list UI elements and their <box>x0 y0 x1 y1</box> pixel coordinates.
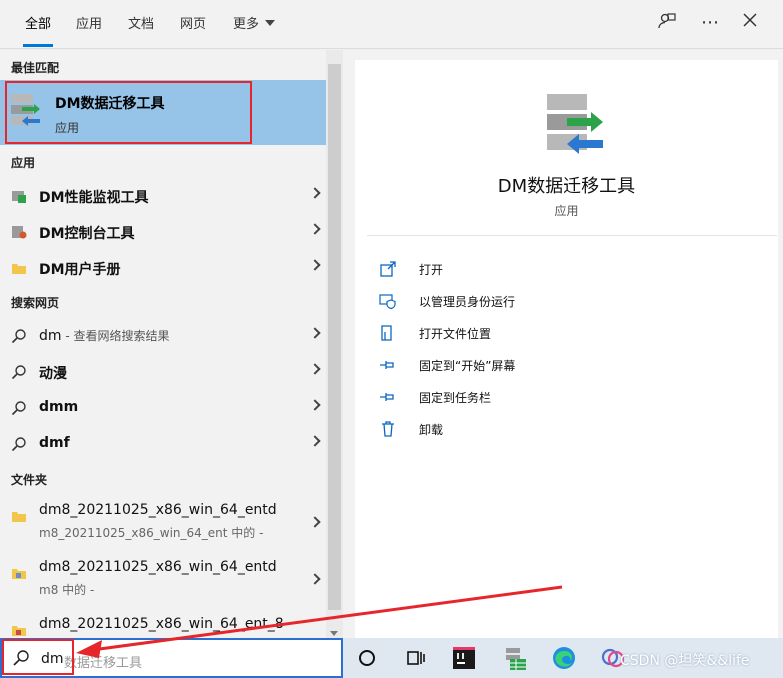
edge-browser-icon[interactable] <box>551 645 577 671</box>
detail-app-name: DM数据迁移工具 <box>497 176 636 197</box>
chevron-right-icon[interactable] <box>309 363 321 375</box>
trash-icon <box>382 421 394 437</box>
chevron-right-icon[interactable] <box>309 573 321 585</box>
action-label: 固定到任务栏 <box>419 391 492 405</box>
cortana-icon[interactable] <box>354 645 380 671</box>
web-item-label: dmf <box>39 435 70 451</box>
task-view-icon[interactable] <box>402 645 428 671</box>
search-icon <box>11 365 26 380</box>
annotation-box-best-match <box>5 81 252 144</box>
more-icon[interactable]: ⋯ <box>698 11 722 35</box>
migration-tool-icon <box>547 94 603 154</box>
folder-item-title: dm8_20211025_x86_win_64_ent_8 <box>39 616 284 632</box>
search-icon <box>11 401 26 416</box>
chevron-right-icon[interactable] <box>309 259 321 271</box>
chevron-down-icon <box>265 20 276 26</box>
search-autocomplete: 数据迁移工具 <box>64 656 143 671</box>
app-item-performance-monitor[interactable]: DM性能监视工具 <box>0 178 326 214</box>
results-scrollbar[interactable] <box>326 50 343 638</box>
chevron-right-icon[interactable] <box>309 399 321 411</box>
action-label: 打开 <box>419 263 444 277</box>
chevron-right-icon[interactable] <box>309 187 321 199</box>
folder-icon <box>12 569 26 579</box>
tab-all[interactable]: 全部 <box>22 13 54 47</box>
performance-monitor-icon <box>12 191 26 203</box>
detail-card: DM数据迁移工具 应用 打开 以管理员身份运行 打开文件位置 固定到“开始”屏幕… <box>355 60 778 638</box>
action-label: 以管理员身份运行 <box>419 295 516 309</box>
app-item-console[interactable]: DM控制台工具 <box>0 214 326 250</box>
action-label: 卸载 <box>419 423 444 437</box>
folder-icon <box>12 264 26 274</box>
detail-app-type: 应用 <box>554 204 579 218</box>
action-label: 固定到“开始”屏幕 <box>419 359 516 373</box>
folder-location-icon <box>381 325 392 341</box>
folder-item-title: dm8_20211025_x86_win_64_entd <box>39 502 277 518</box>
scroll-down-icon[interactable] <box>330 631 338 636</box>
app-item-label: DM控制台工具 <box>39 226 135 242</box>
action-label: 打开文件位置 <box>419 327 492 341</box>
folder-item[interactable]: dm8_20211025_x86_win_64_ent_8 <box>0 610 326 638</box>
open-icon <box>380 261 396 277</box>
app-item-user-manual[interactable]: DM用户手册 <box>0 250 326 286</box>
section-folders: 文件夹 <box>11 473 48 487</box>
pin-icon <box>380 361 394 369</box>
tab-more-label: 更多 <box>233 17 260 32</box>
shield-icon <box>379 294 396 310</box>
folder-item[interactable]: dm8_20211025_x86_win_64_entd m8 中的 - <box>0 553 326 607</box>
pin-icon <box>380 393 394 401</box>
annotation-box-search <box>2 639 74 675</box>
chevron-right-icon[interactable] <box>309 516 321 528</box>
chevron-right-icon[interactable] <box>309 223 321 235</box>
folder-item-title: dm8_20211025_x86_win_64_entd <box>39 559 277 575</box>
feedback-icon[interactable] <box>655 11 679 35</box>
tab-web[interactable]: 网页 <box>180 13 206 37</box>
chevron-right-icon[interactable] <box>309 327 321 339</box>
search-icon <box>11 329 26 344</box>
search-icon <box>11 437 26 452</box>
folder-item[interactable]: dm8_20211025_x86_win_64_entd m8_20211025… <box>0 496 326 550</box>
web-item-label: 动漫 <box>39 366 67 382</box>
detail-panel: DM数据迁移工具 应用 打开 以管理员身份运行 打开文件位置 固定到“开始”屏幕… <box>343 50 783 638</box>
divider <box>367 235 777 236</box>
folder-icon <box>12 626 26 636</box>
folder-item-path: m8 中的 - <box>39 583 95 597</box>
app-item-label: DM性能监视工具 <box>39 190 149 206</box>
web-item-dmf[interactable]: dmf <box>0 426 326 462</box>
web-item-label: dmm <box>39 399 79 415</box>
folder-item-path: m8_20211025_x86_win_64_ent 中的 - <box>39 526 264 540</box>
web-item-label: dm - 查看网络搜索结果 <box>39 328 170 344</box>
section-best-match: 最佳匹配 <box>11 61 60 75</box>
chevron-right-icon[interactable] <box>309 435 321 447</box>
migration-tool-taskbar-icon[interactable] <box>502 645 528 671</box>
web-item-dmm[interactable]: dmm <box>0 390 326 426</box>
watermark: CSDN @坦笑&&life <box>620 653 750 669</box>
intellij-idea-icon[interactable] <box>451 645 477 671</box>
section-web: 搜索网页 <box>11 296 60 310</box>
search-tab-bar: 全部 应用 文档 网页 更多 ⋯ <box>0 0 783 49</box>
app-item-label: DM用户手册 <box>39 262 121 278</box>
close-icon[interactable] <box>738 11 762 35</box>
tab-documents[interactable]: 文档 <box>128 13 154 37</box>
web-item-anime[interactable]: 动漫 <box>0 354 326 390</box>
scrollbar-thumb[interactable] <box>328 64 341 610</box>
console-tool-icon <box>12 226 27 239</box>
section-apps: 应用 <box>11 156 36 170</box>
web-item-dm[interactable]: dm - 查看网络搜索结果 <box>0 318 326 354</box>
tab-apps[interactable]: 应用 <box>76 13 102 37</box>
tab-more[interactable]: 更多 <box>233 13 276 37</box>
folder-icon <box>12 512 26 522</box>
